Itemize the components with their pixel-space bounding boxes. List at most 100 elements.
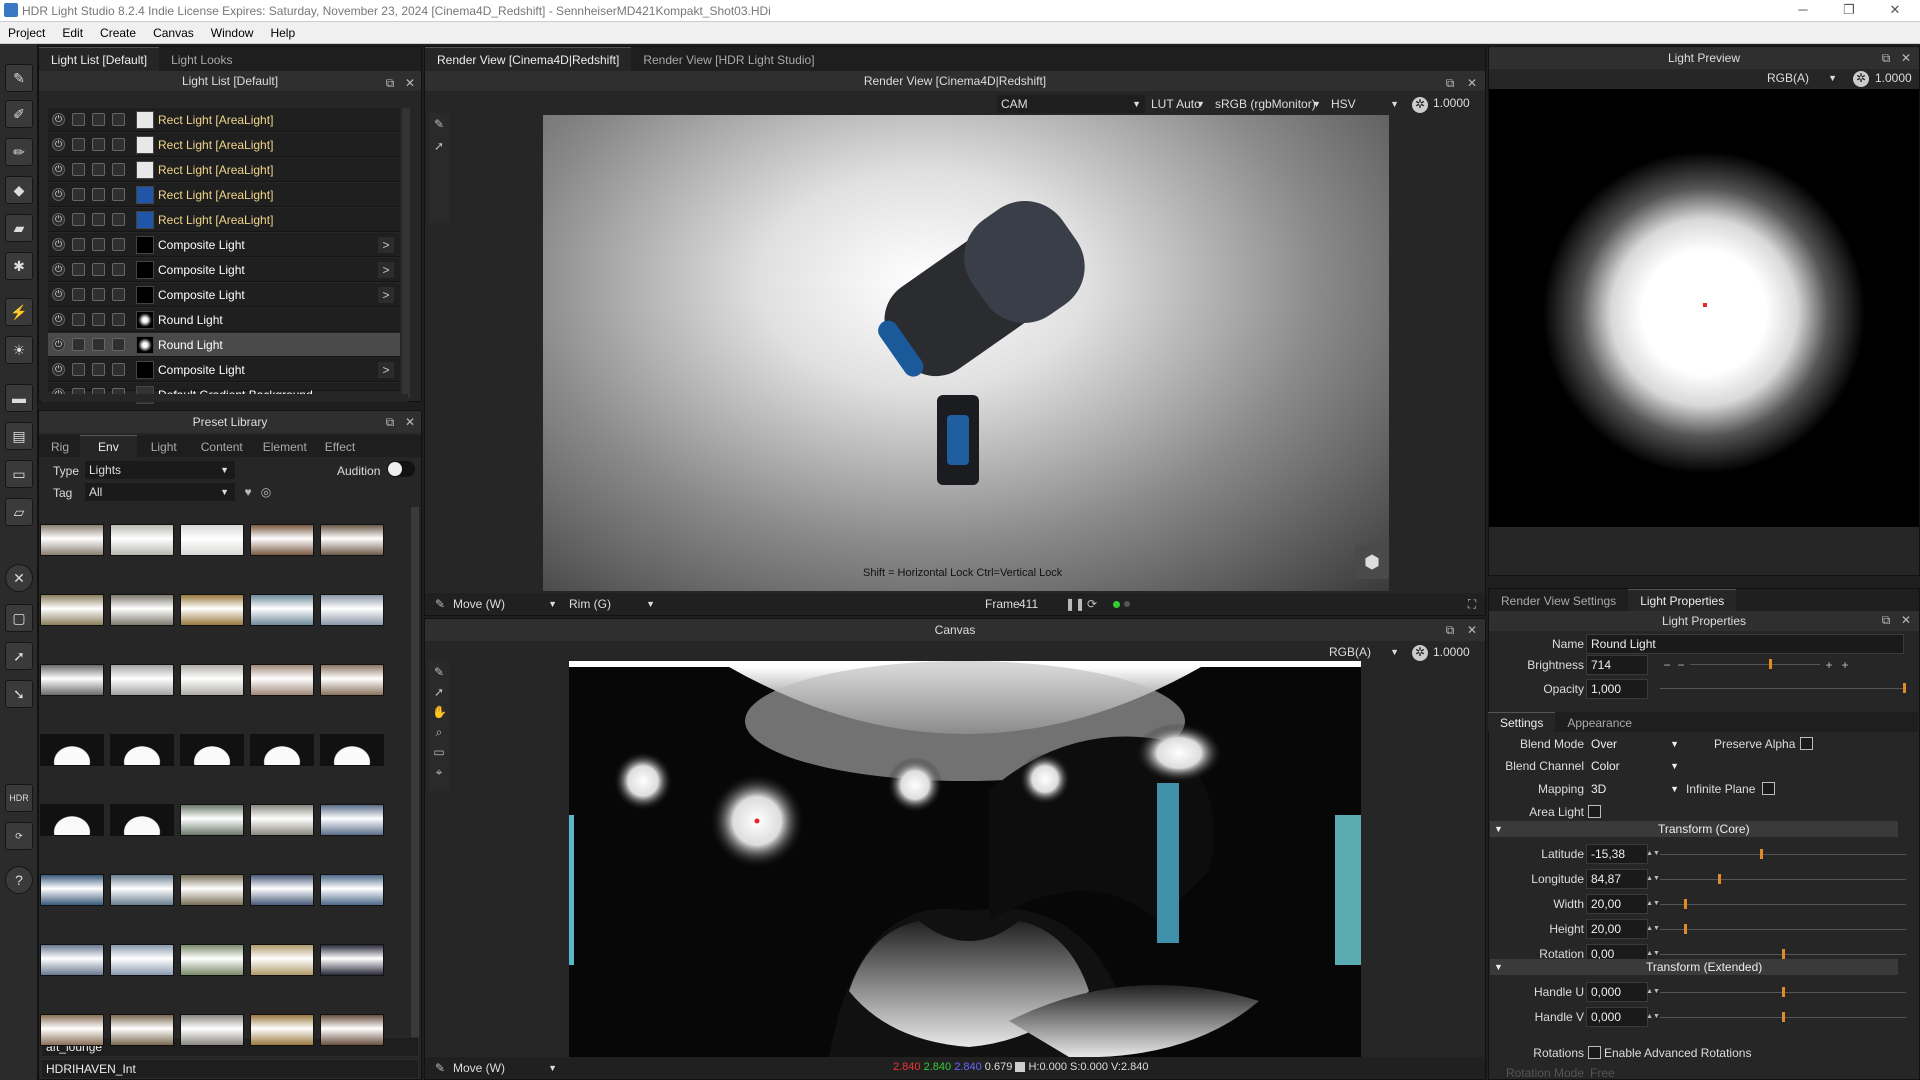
preview-channel-dropdown[interactable]: RGB(A) ▼ — [1763, 69, 1839, 87]
preset-thumbnail[interactable] — [110, 664, 174, 696]
tab-element[interactable]: Element — [253, 436, 317, 458]
preset-thumbnail[interactable] — [40, 524, 104, 556]
tab-light-properties[interactable]: Light Properties — [1628, 589, 1737, 611]
float-panel-icon[interactable]: ⧉ — [1443, 76, 1457, 90]
colorspace-dropdown[interactable]: sRGB (rgbMonitor) ▼ — [1211, 95, 1323, 113]
render-image[interactable]: Shift = Horizontal Lock Ctrl=Vertical Lo… — [543, 115, 1389, 591]
decrease-small-icon[interactable]: − — [1674, 658, 1688, 672]
preset-thumbnail[interactable] — [320, 1014, 384, 1046]
tab-env[interactable]: Env — [80, 435, 137, 457]
light-list-row[interactable]: ⏻ Rect Light [AreaLight] — [48, 183, 400, 207]
hand-tool-icon[interactable]: ✋ — [432, 705, 447, 719]
camera-dropdown[interactable]: CAM ▼ — [997, 95, 1145, 113]
close-panel-icon[interactable]: ✕ — [1899, 613, 1913, 627]
preset-thumbnail[interactable] — [180, 664, 244, 696]
preset-thumbnail[interactable] — [180, 524, 244, 556]
preset-thumbnail[interactable] — [250, 524, 314, 556]
latitude-field[interactable]: -15,38 — [1586, 844, 1648, 864]
preset-thumbnail[interactable] — [110, 804, 174, 836]
preset-thumbnail[interactable] — [40, 944, 104, 976]
spinner-icon[interactable]: ▲▼ — [1646, 1010, 1660, 1024]
brush-tool-icon[interactable]: ✐ — [5, 100, 33, 128]
width-field[interactable]: 20,00 — [1586, 894, 1648, 914]
lock-checkbox[interactable] — [92, 113, 105, 126]
lock-checkbox[interactable] — [92, 138, 105, 151]
brush-icon[interactable]: ✎ — [433, 597, 447, 611]
tab-settings[interactable]: Settings — [1488, 712, 1556, 732]
tab-render-view-settings[interactable]: Render View Settings — [1489, 590, 1628, 612]
preset-thumbnail[interactable] — [250, 664, 314, 696]
select-tool-icon[interactable]: ▭ — [432, 745, 446, 759]
light-list-row[interactable]: ⏻ Composite Light > — [48, 258, 400, 282]
preset-name-2[interactable]: HDRIHAVEN_Int — [41, 1059, 419, 1079]
increase-large-icon[interactable]: + — [1838, 658, 1852, 672]
brush-icon[interactable]: ✎ — [433, 1061, 447, 1075]
frame-value[interactable]: 411 — [1019, 597, 1038, 611]
preset-thumbnail[interactable] — [250, 874, 314, 906]
menu-edit[interactable]: Edit — [54, 22, 92, 40]
longitude-slider[interactable] — [1660, 879, 1906, 880]
preset-thumbnail[interactable] — [320, 594, 384, 626]
light-list-row[interactable]: ⏻ Rect Light [AreaLight] — [48, 108, 400, 132]
width-slider-knob[interactable] — [1684, 899, 1688, 909]
latitude-slider-knob[interactable] — [1759, 849, 1763, 859]
select-checkbox[interactable] — [112, 163, 125, 176]
brightness-slider-knob[interactable] — [1768, 659, 1772, 669]
preset-thumbnail[interactable] — [250, 734, 314, 766]
mapping-dropdown[interactable]: 3D ▼ — [1586, 779, 1684, 799]
light-list-row[interactable]: ⏻ Composite Light > — [48, 358, 400, 382]
tab-appearance[interactable]: Appearance — [1555, 713, 1644, 733]
preset-thumbnail[interactable] — [40, 874, 104, 906]
hdr-sync-icon[interactable]: ⟳ — [5, 822, 33, 850]
spinner-icon[interactable]: ▲▼ — [1646, 897, 1660, 911]
lock-checkbox[interactable] — [92, 313, 105, 326]
menu-project[interactable]: Project — [0, 22, 54, 40]
gradient-tool-icon[interactable]: ▬ — [5, 384, 33, 412]
solo-checkbox[interactable] — [72, 163, 85, 176]
fullscreen-icon[interactable]: ⛶ — [1465, 597, 1479, 611]
float-panel-icon[interactable]: ⧉ — [383, 415, 397, 429]
expand-arrow-icon[interactable]: > — [378, 362, 394, 378]
canvas-tool-dropdown[interactable]: Move (W) ▼ — [449, 1059, 561, 1077]
preset-thumbnail[interactable] — [40, 804, 104, 836]
preset-thumbnail[interactable] — [320, 734, 384, 766]
lock-checkbox[interactable] — [92, 213, 105, 226]
select-checkbox[interactable] — [112, 138, 125, 151]
transform-core-section[interactable]: ▼ Transform (Core) — [1490, 821, 1898, 837]
menu-create[interactable]: Create — [92, 22, 145, 40]
visibility-toggle[interactable]: ⏻ — [52, 163, 65, 176]
preset-thumbnail[interactable] — [320, 874, 384, 906]
preset-thumbnail[interactable] — [250, 944, 314, 976]
preserve-alpha-checkbox[interactable] — [1800, 737, 1813, 750]
rotation-mode-value[interactable]: Free — [1590, 1066, 1615, 1080]
lut-dropdown[interactable]: LUT Auto ▼ — [1147, 95, 1207, 113]
solo-checkbox[interactable] — [72, 138, 85, 151]
light-list-row[interactable]: ⏻ Rect Light [AreaLight] — [48, 208, 400, 232]
light-list-row[interactable]: ⏻ Rect Light [AreaLight] — [48, 158, 400, 182]
solo-checkbox[interactable] — [72, 363, 85, 376]
tab-render-view-hdrls[interactable]: Render View [HDR Light Studio] — [631, 48, 826, 72]
tab-light[interactable]: Light — [137, 436, 191, 458]
preset-thumbnail[interactable] — [110, 1014, 174, 1046]
select-checkbox[interactable] — [112, 213, 125, 226]
preset-thumbnail[interactable] — [40, 1014, 104, 1046]
float-panel-icon[interactable]: ⧉ — [1879, 51, 1893, 65]
preset-thumbnail[interactable] — [320, 664, 384, 696]
zoom-tool-icon[interactable]: ⌕ — [432, 725, 446, 739]
refresh-icon[interactable]: ⟳ — [1085, 597, 1099, 611]
help-icon[interactable]: ? — [5, 866, 33, 894]
solo-checkbox[interactable] — [72, 213, 85, 226]
light-list-row[interactable]: ⏻ Round Light — [48, 308, 400, 332]
select-checkbox[interactable] — [112, 288, 125, 301]
float-panel-icon[interactable]: ⧉ — [1879, 613, 1893, 627]
canvas-image[interactable] — [569, 661, 1361, 1057]
light-list-row[interactable]: ⏻Default Gradient Background — [48, 383, 400, 404]
solo-checkbox[interactable] — [72, 263, 85, 276]
pointer-tool-icon[interactable]: ➚ — [432, 685, 446, 699]
lock-checkbox[interactable] — [92, 288, 105, 301]
solo-checkbox[interactable] — [72, 338, 85, 351]
menu-window[interactable]: Window — [203, 22, 263, 40]
height-field[interactable]: 20,00 — [1586, 919, 1648, 939]
tab-effect[interactable]: Effect — [317, 436, 363, 458]
visibility-toggle[interactable]: ⏻ — [52, 113, 65, 126]
